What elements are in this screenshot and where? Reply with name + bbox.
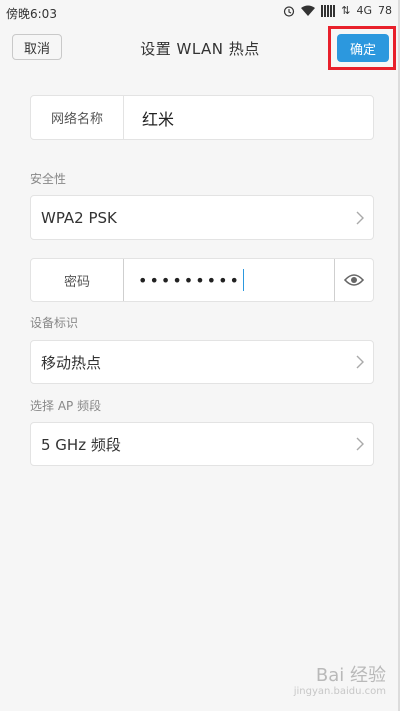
battery-level: 78 [378,4,392,17]
ap-band-section-label: 选择 AP 频段 [30,399,102,413]
network-name-field[interactable]: 网络名称 红米 [30,95,374,140]
network-type: 4G [356,4,372,17]
network-name-label: 网络名称 [50,112,103,127]
wifi-icon [301,5,316,16]
watermark-sub: jingyan.baidu.com [293,686,386,697]
password-label: 密码 [63,274,90,290]
confirm-button[interactable]: 确定 [337,34,389,62]
chevron-right-icon [347,437,373,451]
chevron-right-icon [347,355,373,369]
signal-icon [321,4,336,17]
network-name-input[interactable]: 红米 [124,106,373,130]
show-password-eye-icon[interactable] [335,273,373,287]
device-id-section-label: 设备标识 [30,316,79,330]
security-value: WPA2 PSK [41,208,117,227]
baidu-jingyan-watermark: Bai 经验 jingyan.baidu.com [294,666,386,697]
password-field[interactable]: 密码 ••••••••• [30,258,374,302]
status-time: 傍晚6:03 [6,7,57,21]
ap-band-selector[interactable]: 5 GHz 频段 [30,422,374,466]
security-selector[interactable]: WPA2 PSK [30,195,374,240]
ap-band-value: 5 GHz 频段 [41,435,121,454]
device-id-selector[interactable]: 移动热点 [30,340,374,384]
watermark-main: Bai 经验 [315,665,386,687]
text-cursor [242,269,245,291]
password-input-area[interactable]: ••••••••• [123,259,335,301]
password-input[interactable]: ••••••••• [138,271,241,290]
header: 取消 设置 WLAN 热点 确定 [0,24,400,70]
security-section-label: 安全性 [30,172,67,186]
data-transfer-icon: ⇅ [341,4,351,17]
status-icons: ⇅ 4G 78 [283,4,392,17]
alarm-icon [283,5,295,17]
chevron-right-icon [347,211,373,225]
device-id-value: 移动热点 [41,353,102,372]
status-bar: 傍晚6:03 ⇅ 4G 78 [0,0,400,24]
